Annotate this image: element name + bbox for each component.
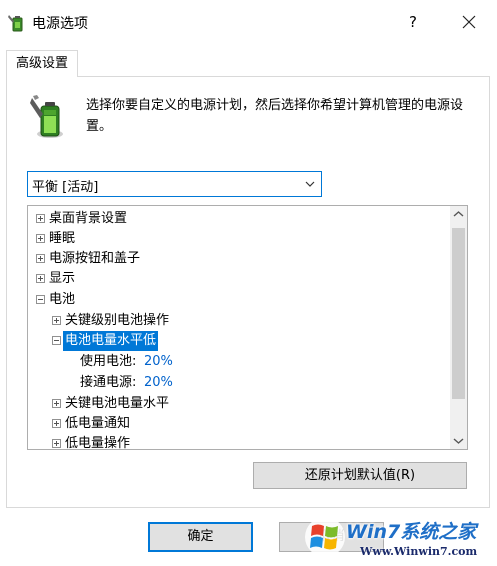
expand-plus-icon[interactable] <box>52 316 61 325</box>
close-button[interactable] <box>452 8 486 36</box>
window-title: 电源选项 <box>32 16 88 32</box>
expand-plus-icon[interactable] <box>36 274 45 283</box>
expand-plus-icon[interactable] <box>36 254 45 263</box>
power-options-icon <box>8 15 23 32</box>
help-button[interactable]: ? <box>398 8 428 36</box>
power-plan-select[interactable]: 平衡 [活动] <box>27 171 322 197</box>
chevron-up-icon <box>453 211 464 217</box>
scroll-down-button[interactable] <box>450 432 467 449</box>
expand-plus-icon[interactable] <box>36 234 45 243</box>
title-bar: 电源选项 ? <box>0 0 497 44</box>
tab-advanced-settings[interactable]: 高级设置 <box>6 50 78 77</box>
settings-tree[interactable]: 桌面背景设置 睡眠 电源按钮和盖子 显示 电池 关键级别电池操作 电池电量水平低… <box>27 205 468 450</box>
expand-plus-icon[interactable] <box>52 419 61 428</box>
expand-plus-icon[interactable] <box>36 214 45 223</box>
collapse-minus-icon[interactable] <box>36 295 45 304</box>
scroll-up-button[interactable] <box>450 206 467 223</box>
ok-button[interactable]: 确定 <box>148 522 253 552</box>
windows-logo-icon <box>305 517 345 557</box>
chevron-down-icon <box>453 438 464 444</box>
power-plan-value: 平衡 [活动] <box>32 180 99 195</box>
collapse-minus-icon[interactable] <box>52 336 61 345</box>
watermark-url: Www.Winwin7.com <box>360 545 478 558</box>
watermark-brand: Win7系统之家 <box>346 521 477 543</box>
tree-scrollbar[interactable] <box>450 206 467 449</box>
plugged-in-value[interactable]: 20% <box>144 373 173 393</box>
on-battery-value[interactable]: 20% <box>144 352 173 372</box>
chevron-down-icon <box>305 181 315 187</box>
close-icon <box>462 15 476 29</box>
plan-description: 选择你要自定义的电源计划，然后选择你希望计算机管理的电源设置。 <box>86 98 464 134</box>
expand-plus-icon[interactable] <box>52 439 61 448</box>
scroll-thumb[interactable] <box>452 228 465 399</box>
expand-plus-icon[interactable] <box>52 399 61 408</box>
battery-plan-icon <box>30 95 63 138</box>
restore-plan-defaults-button[interactable]: 还原计划默认值(R) <box>253 462 467 489</box>
watermark: Win7系统之家 Www.Winwin7.com <box>302 508 497 566</box>
